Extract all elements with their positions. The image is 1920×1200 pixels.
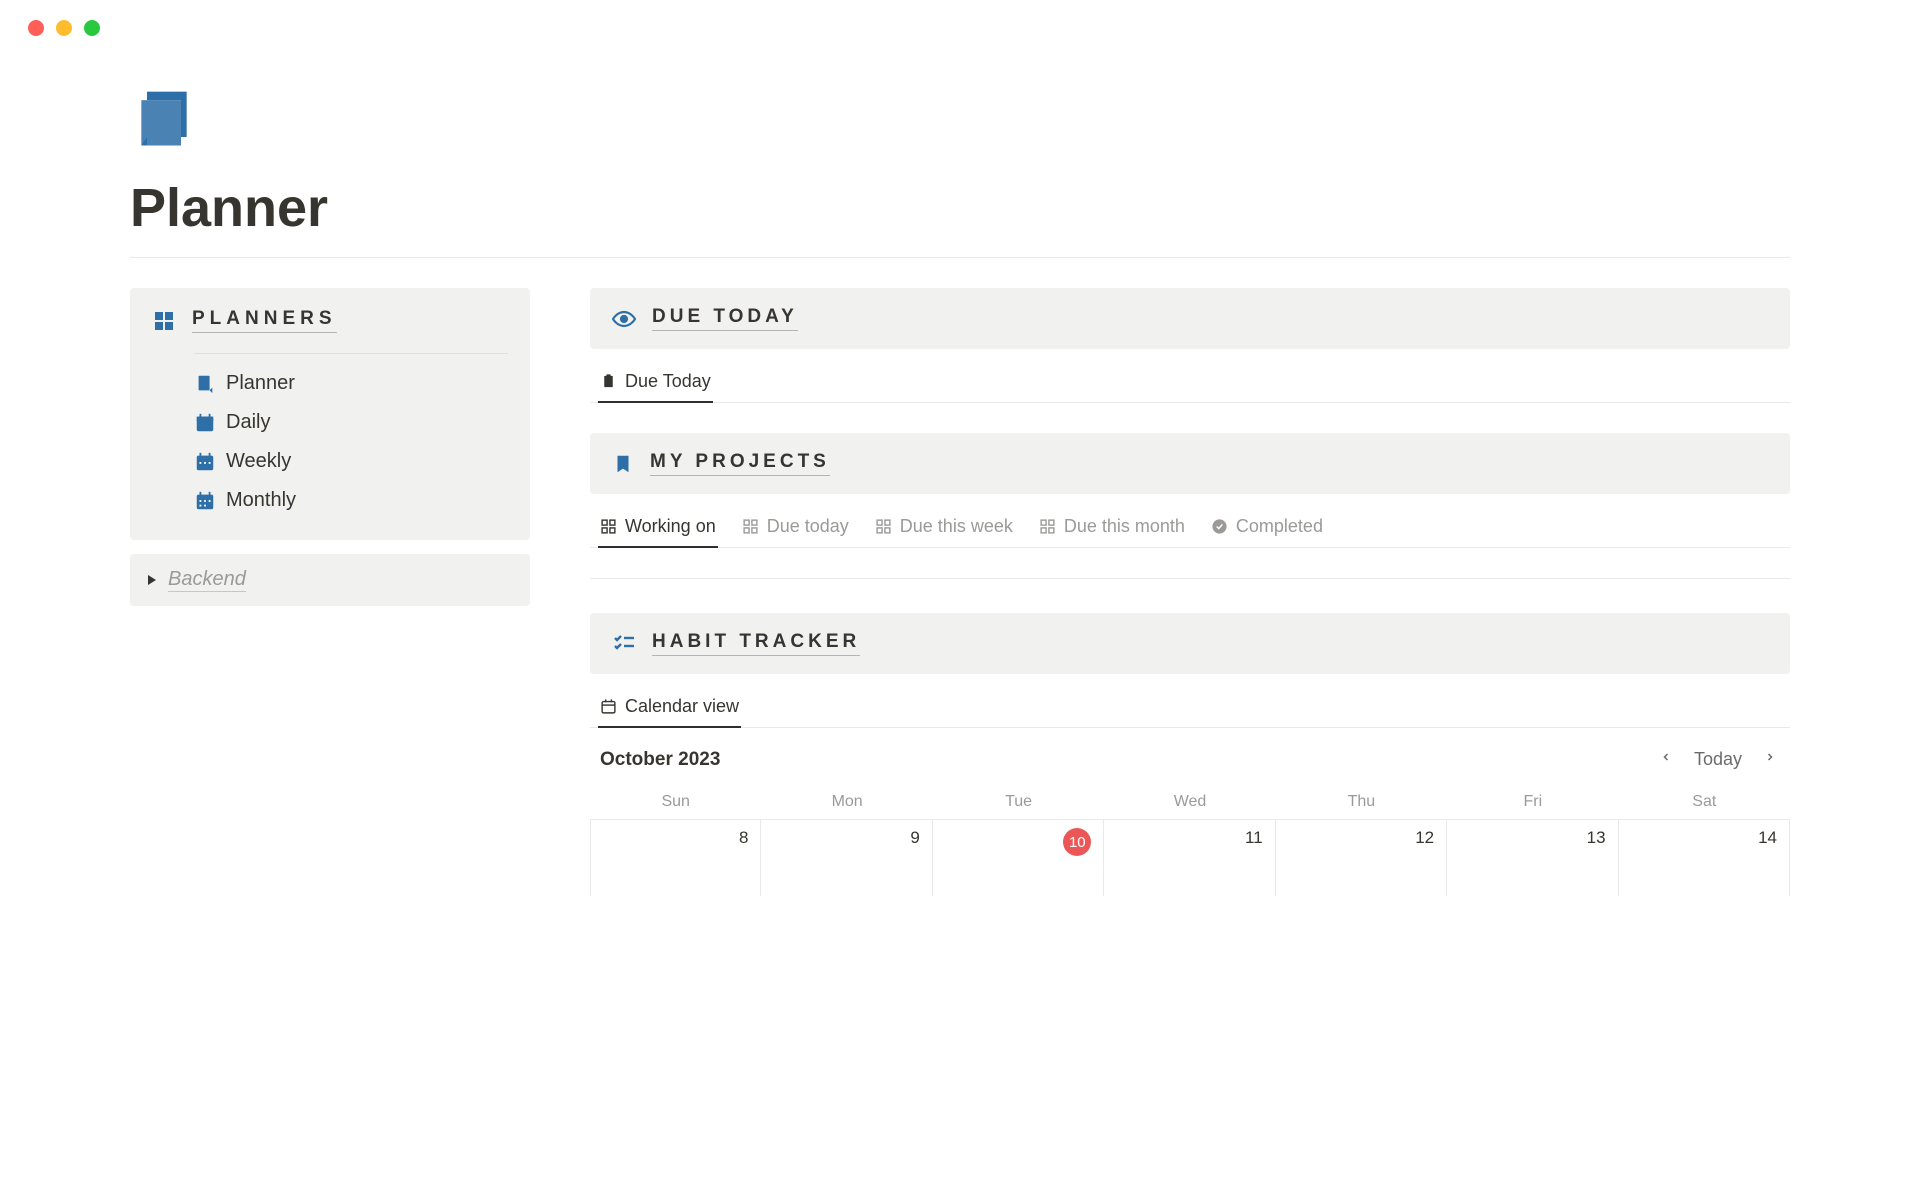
- calendar-prev-button[interactable]: [1656, 746, 1676, 773]
- grid-icon: [152, 309, 176, 333]
- board-icon: [1039, 518, 1056, 535]
- planners-callout: PLANNERS Planner Daily: [130, 288, 530, 540]
- calendar-day-icon: [194, 412, 216, 434]
- calendar-cell[interactable]: 11: [1104, 820, 1275, 896]
- sidebar-item-weekly[interactable]: Weekly: [194, 442, 508, 481]
- tab-due-today[interactable]: Due Today: [598, 363, 713, 402]
- calendar-next-button[interactable]: [1760, 746, 1780, 773]
- section-title: MY PROJECTS: [650, 451, 830, 476]
- maximize-window-button[interactable]: [84, 20, 100, 36]
- calendar: Sun Mon Tue Wed Thu Fri Sat 89 10 11121314: [590, 785, 1790, 896]
- sidebar-item-label: Weekly: [226, 450, 291, 473]
- tab-label: Due today: [767, 516, 849, 537]
- tab-projects-due-today[interactable]: Due today: [740, 508, 851, 547]
- calendar-today-badge: 10: [1063, 828, 1091, 856]
- calendar-icon: [600, 698, 617, 715]
- calendar-week-icon: [194, 451, 216, 473]
- sidebar-item-monthly[interactable]: Monthly: [194, 481, 508, 520]
- notebook-icon: [194, 373, 216, 395]
- main-content: DUE TODAY Due Today MY: [590, 288, 1790, 926]
- tab-completed[interactable]: Completed: [1209, 508, 1325, 547]
- tab-label: Completed: [1236, 516, 1323, 537]
- window-controls: [0, 0, 1920, 36]
- checklist-icon: [612, 632, 636, 656]
- calendar-today-button[interactable]: Today: [1694, 749, 1742, 770]
- calendar-cell[interactable]: 9: [761, 820, 932, 896]
- tab-due-this-week[interactable]: Due this week: [873, 508, 1015, 547]
- calendar-cell[interactable]: 13: [1447, 820, 1618, 896]
- calendar-cell[interactable]: 10: [933, 820, 1104, 896]
- calendar-cell[interactable]: 12: [1276, 820, 1447, 896]
- section-habit-tracker: HABIT TRACKER Calendar view October 2023: [590, 613, 1790, 896]
- page-title: Planner: [130, 177, 1790, 239]
- tab-label: Working on: [625, 516, 716, 537]
- backend-toggle-label: Backend: [168, 568, 246, 592]
- tab-calendar-view[interactable]: Calendar view: [598, 688, 741, 727]
- calendar-month-icon: [194, 490, 216, 512]
- bookmark-icon: [612, 453, 634, 475]
- calendar-cell[interactable]: 14: [1619, 820, 1790, 896]
- section-my-projects: MY PROJECTS Working on Due today: [590, 433, 1790, 548]
- tab-label: Due this month: [1064, 516, 1185, 537]
- section-title: HABIT TRACKER: [652, 631, 860, 656]
- section-title: DUE TODAY: [652, 306, 798, 331]
- tab-working-on[interactable]: Working on: [598, 508, 718, 547]
- dayname: Fri: [1447, 793, 1618, 811]
- dayname: Thu: [1276, 793, 1447, 811]
- board-icon: [600, 518, 617, 535]
- triangle-right-icon: [148, 575, 156, 585]
- tab-label: Calendar view: [625, 696, 739, 717]
- calendar-month-label: October 2023: [600, 749, 720, 771]
- clipboard-icon: [600, 373, 617, 390]
- tab-due-this-month[interactable]: Due this month: [1037, 508, 1187, 547]
- section-due-today: DUE TODAY Due Today: [590, 288, 1790, 403]
- sidebar-item-label: Planner: [226, 372, 295, 395]
- calendar-row: 89 10 11121314: [590, 819, 1790, 896]
- calendar-cell[interactable]: 8: [590, 820, 761, 896]
- page-icon[interactable]: [130, 86, 1790, 159]
- tab-label: Due Today: [625, 371, 711, 392]
- close-window-button[interactable]: [28, 20, 44, 36]
- dayname: Tue: [933, 793, 1104, 811]
- divider: [130, 257, 1790, 258]
- sidebar-item-label: Monthly: [226, 489, 296, 512]
- sidebar: PLANNERS Planner Daily: [130, 288, 530, 926]
- sidebar-item-planner[interactable]: Planner: [194, 364, 508, 403]
- dayname: Mon: [761, 793, 932, 811]
- board-icon: [742, 518, 759, 535]
- sidebar-item-label: Daily: [226, 411, 270, 434]
- eye-icon: [612, 307, 636, 331]
- backend-toggle[interactable]: Backend: [130, 554, 530, 606]
- tab-label: Due this week: [900, 516, 1013, 537]
- sidebar-heading: PLANNERS: [192, 308, 337, 333]
- dayname: Sat: [1619, 793, 1790, 811]
- dayname: Sun: [590, 793, 761, 811]
- minimize-window-button[interactable]: [56, 20, 72, 36]
- divider: [590, 578, 1790, 579]
- board-icon: [875, 518, 892, 535]
- dayname: Wed: [1104, 793, 1275, 811]
- sidebar-item-daily[interactable]: Daily: [194, 403, 508, 442]
- check-circle-icon: [1211, 518, 1228, 535]
